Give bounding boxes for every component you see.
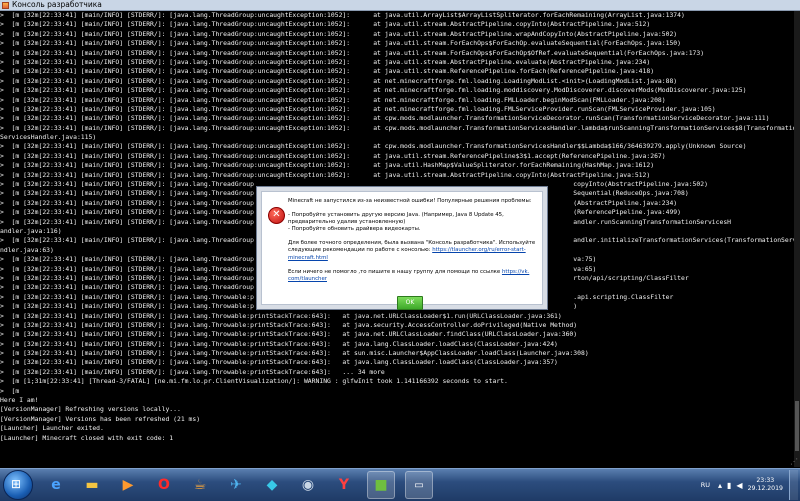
message-title: Minecraft не запустился из-за неизвестно… [288, 198, 532, 204]
error-icon: ✕ [268, 207, 285, 224]
taskbar-telegram-icon[interactable]: ✈ [223, 472, 249, 498]
clock-date: 29.12.2019 [747, 485, 783, 492]
console-line: > [m [32m[22:33:41] [main/INFO] [STDERR/… [0, 170, 651, 179]
console-line: > [m [32m[22:33:41] [main/INFO] [STDERR/… [0, 48, 705, 57]
language-indicator[interactable]: RU [701, 481, 710, 489]
window-titlebar[interactable]: Консоль разработчика [0, 0, 800, 11]
window-title: Консоль разработчика [12, 0, 102, 9]
message-link-cont: minecraft.html [288, 255, 538, 262]
message-group-help: Если ничего не помогло ,то пишите в нашу… [288, 269, 538, 276]
resize-grip-icon[interactable]: ⋰ [790, 458, 798, 466]
message-console-recommendations: следующие рекомендации по работе с консо… [288, 247, 538, 254]
taskbar-console-icon[interactable]: ▭ [405, 471, 433, 499]
console-line: > [m [32m[22:33:41] [main/INFO] [STDERR/… [0, 320, 578, 329]
console-line: > [m [32m[22:33:41] [main/INFO] [STDERR/… [0, 151, 666, 160]
message-hint-drivers: - Попробуйте обновить драйвера видеокарт… [288, 226, 421, 233]
console-line: Here I am! [0, 396, 39, 405]
console-line: > [m [32m[22:33:41] [main/INFO] [STDERR/… [0, 349, 589, 358]
console-line: > [m [32m[22:33:41] [main/INFO] [STDERR/… [0, 39, 682, 48]
console-line: [Launcher] Launcher exited. [0, 424, 104, 433]
console-line: > [m [32m[22:33:41] [main/INFO] [STDERR/… [0, 330, 578, 339]
start-button[interactable]: ⊞ [3, 470, 33, 500]
console-scrollbar[interactable] [794, 11, 800, 467]
error-start-link-cont[interactable]: minecraft.html [288, 255, 328, 261]
console-window-icon [2, 1, 9, 9]
console-line: > [m [32m[22:33:41] [main/INFO] [STDERR/… [0, 29, 678, 38]
console-line: > [m [32m[22:33:41] [main/INFO] [STDERR/… [0, 104, 716, 113]
taskbar-steam-icon[interactable]: ◉ [295, 472, 321, 498]
clock-time: 23:33 [756, 477, 775, 484]
taskbar-tlauncher-icon[interactable]: ◆ [259, 472, 285, 498]
vk-group-link[interactable]: https://vk. [502, 269, 529, 275]
taskbar-yandex-icon[interactable]: Y [331, 472, 357, 498]
console-line: > [m [32m[22:33:41] [main/INFO] [STDERR/… [0, 339, 558, 348]
console-line: > [m [32m[22:33:41] [main/INFO] [STDERR/… [0, 11, 685, 19]
console-line: > [m [32m[22:33:41] [main/INFO] [STDERR/… [0, 67, 655, 76]
error-dialog-body: ✕ Minecraft не запустился из-за неизвест… [261, 191, 543, 310]
error-dialog: ✕ Minecraft не запустился из-за неизвест… [256, 186, 548, 310]
console-line: > [m [32m[22:33:41] [main/INFO] [STDERR/… [0, 76, 678, 85]
windows-logo-icon: ⊞ [11, 477, 22, 491]
taskbar-minecraft-icon[interactable]: ■ [367, 471, 395, 499]
message-vk-link-cont: com/tlauncher [288, 276, 538, 283]
taskbar-ie-icon[interactable]: e [43, 472, 69, 498]
tray-expand-icon[interactable]: ▴ [718, 481, 722, 490]
console-line: [VersionManager] Versions has been refre… [0, 414, 201, 423]
console-line: > [m [32m[22:33:41] [main/INFO] [STDERR/… [0, 367, 385, 376]
console-line: > [m [32m[22:33:41] [main/INFO] [STDERR/… [0, 311, 562, 320]
message-hint-java: - Попробуйте установить другую версию Ja… [288, 212, 504, 219]
message-group-text: Если ничего не помогло ,то пишите в нашу… [288, 268, 502, 275]
scrollbar-thumb[interactable] [795, 401, 799, 451]
console-line: > [m [32m[22:33:41] [main/INFO] [STDERR/… [0, 142, 747, 151]
console-line: [VersionManager] Refreshing versions loc… [0, 405, 181, 414]
clock[interactable]: 23:33 29.12.2019 [748, 477, 783, 493]
system-tray: RU ▴ ▮ ◀ 23:33 29.12.2019 [701, 469, 798, 501]
volume-icon[interactable]: ◀ [736, 481, 742, 490]
error-message: Minecraft не запустился из-за неизвестно… [288, 198, 538, 283]
console-line: > [m [32m[22:33:41] [main/INFO] [STDERR/… [0, 57, 651, 66]
console-line: > [m [32m[22:33:41] [main/INFO] [STDERR/… [0, 20, 651, 29]
taskbar-explorer-icon[interactable]: ▬ [79, 472, 105, 498]
console-line: [Launcher] Minecraft closed with exit co… [0, 433, 174, 442]
console-line: ServicesHandler.java:115) [0, 133, 97, 142]
message-console-info: Для более точного определения, была вызв… [288, 240, 536, 247]
taskbar-media-player-icon[interactable]: ▶ [115, 472, 141, 498]
message-console-text: следующие рекомендации по работе с консо… [288, 247, 433, 254]
vk-group-link-cont[interactable]: com/tlauncher [288, 276, 327, 282]
taskbar: ⊞ e ▬ ▶ O ☕ ✈ ◆ ◉ Y ■ ▭ RU ▴ ▮ ◀ 23:33 2… [0, 468, 800, 501]
console-line: > [m [32m[22:33:41] [main/INFO] [STDERR/… [0, 123, 800, 132]
console-line: > [m [32m[22:33:41] [main/INFO] [STDERR/… [0, 114, 770, 123]
console-line: > [m [32m[22:33:41] [main/INFO] [STDERR/… [0, 86, 747, 95]
network-icon[interactable]: ▮ [727, 481, 731, 490]
show-desktop-button[interactable] [789, 470, 798, 500]
taskbar-opera-icon[interactable]: O [151, 472, 177, 498]
console-line: > [m [32m[22:33:41] [main/INFO] [STDERR/… [0, 358, 558, 367]
error-start-link[interactable]: https://tlauncher.org/ru/error-start- [432, 247, 525, 253]
console-line: > [m [0, 386, 20, 395]
console-line: > [m [1;31m[22:33:41] [Thread-3/FATAL] [… [0, 377, 508, 386]
ok-button[interactable]: OK [397, 296, 423, 310]
console-line: > [m [32m[22:33:41] [main/INFO] [STDERR/… [0, 95, 666, 104]
console-line: > [m [32m[22:33:41] [main/INFO] [STDERR/… [0, 161, 655, 170]
taskbar-java-icon[interactable]: ☕ [187, 472, 213, 498]
